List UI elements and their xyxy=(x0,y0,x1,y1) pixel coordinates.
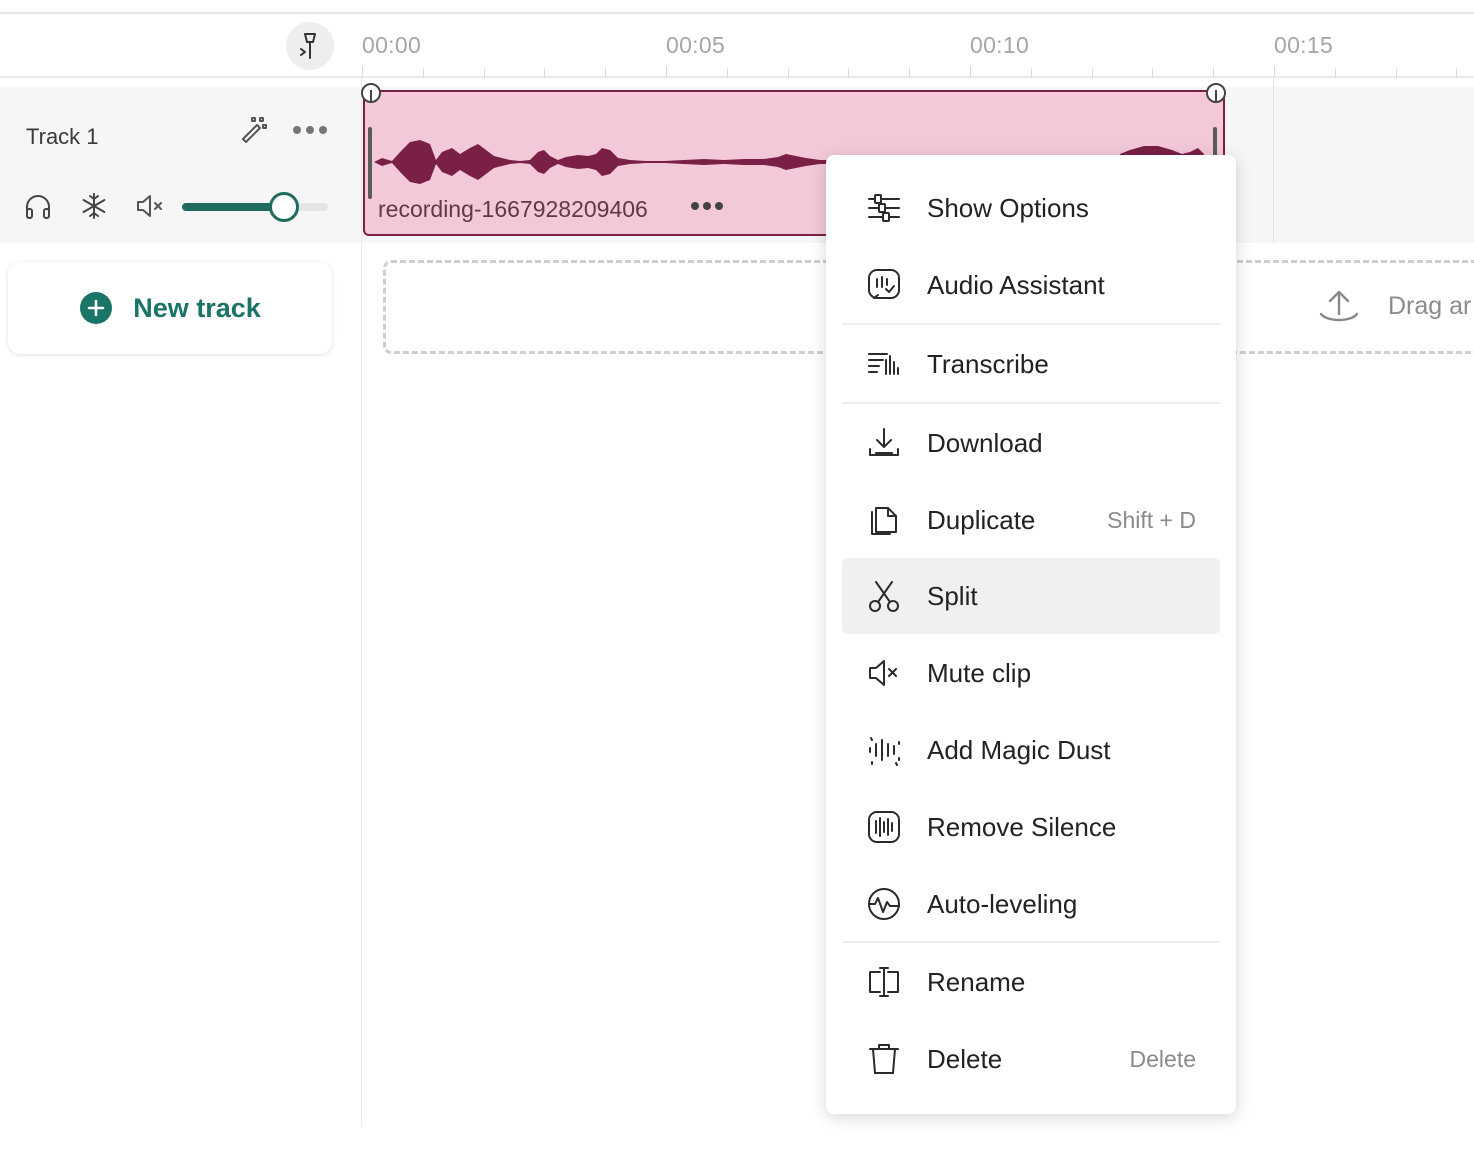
scissors-icon xyxy=(866,578,902,614)
menu-separator xyxy=(842,323,1220,325)
speaker-mute-icon xyxy=(137,195,162,217)
sliders-icon xyxy=(866,190,902,226)
menu-item-shortcut: Shift + D xyxy=(1107,506,1196,533)
duplicate-icon xyxy=(866,502,902,538)
menu-item-label: Show Options xyxy=(927,192,1089,223)
trash-icon xyxy=(866,1041,902,1077)
transcribe-icon xyxy=(866,346,902,382)
menu-item-label: Transcribe xyxy=(927,348,1049,379)
headphones-icon xyxy=(26,195,50,219)
menu-separator xyxy=(842,941,1220,943)
ruler-minor-tick xyxy=(1335,68,1336,78)
remove-silence-icon xyxy=(866,809,902,845)
clip-name[interactable]: recording-1667928209406 xyxy=(378,196,648,223)
freeze-track-button[interactable] xyxy=(76,188,112,224)
ruler-minor-tick xyxy=(788,68,789,78)
menu-item-add-magic-dust[interactable]: Add Magic Dust xyxy=(842,712,1220,788)
solo-headphones-button[interactable] xyxy=(20,188,56,224)
volume-slider-thumb[interactable] xyxy=(269,192,299,222)
more-dots-icon xyxy=(691,202,723,210)
volume-slider[interactable] xyxy=(182,203,328,211)
menu-item-label: Audio Assistant xyxy=(927,269,1105,300)
magic-wand-button[interactable] xyxy=(236,112,272,148)
track-more-button[interactable] xyxy=(290,118,330,142)
menu-item-shortcut: Delete xyxy=(1129,1045,1196,1072)
auto-leveling-icon xyxy=(866,886,902,922)
ruler-minor-tick xyxy=(605,68,606,78)
ruler-major-tick xyxy=(362,66,363,78)
menu-item-show-options[interactable]: Show Options xyxy=(842,170,1220,246)
timeline-ruler[interactable] xyxy=(0,14,1474,78)
ruler-minor-tick xyxy=(1031,68,1032,78)
menu-item-audio-assistant[interactable]: Audio Assistant xyxy=(842,247,1220,323)
more-dots-icon xyxy=(293,126,327,134)
mute-track-button[interactable] xyxy=(132,188,168,224)
ruler-major-tick xyxy=(970,66,971,78)
menu-item-label: Download xyxy=(927,427,1043,458)
download-icon xyxy=(866,425,902,461)
magic-wand-icon xyxy=(242,117,267,143)
menu-item-delete[interactable]: Delete Delete xyxy=(842,1021,1220,1097)
tick-label-0: 00:00 xyxy=(362,32,422,58)
ruler-minor-tick xyxy=(1152,68,1153,78)
ruler-minor-tick xyxy=(1456,68,1457,78)
tick-label-10: 00:10 xyxy=(970,32,1030,58)
ruler-major-tick xyxy=(1274,66,1275,78)
speaker-mute-icon xyxy=(866,655,902,691)
clip-fade-in-handle[interactable] xyxy=(368,127,372,199)
ruler-minor-tick xyxy=(1092,68,1093,78)
magic-dust-icon xyxy=(866,732,902,768)
clip-right-trim-handle-icon[interactable] xyxy=(1205,80,1227,106)
clip-waveform xyxy=(374,140,834,184)
clip-more-button[interactable] xyxy=(690,198,724,216)
ruler-minor-tick xyxy=(1396,68,1397,78)
lane-gridline xyxy=(1273,78,1274,243)
menu-item-label: Split xyxy=(927,580,978,611)
new-track-button[interactable]: New track xyxy=(8,262,332,354)
menu-item-remove-silence[interactable]: Remove Silence xyxy=(842,789,1220,865)
snap-toggle-button[interactable] xyxy=(286,22,334,70)
menu-separator xyxy=(842,402,1220,404)
upload-icon xyxy=(1319,290,1359,322)
menu-item-split[interactable]: Split xyxy=(842,558,1220,634)
rename-icon xyxy=(866,964,902,1000)
magnet-snap-icon xyxy=(300,33,316,59)
plus-circle-icon xyxy=(80,292,113,324)
clip-left-trim-handle-icon[interactable] xyxy=(360,80,382,106)
menu-item-label: Auto-leveling xyxy=(927,888,1078,919)
menu-item-download[interactable]: Download xyxy=(842,405,1220,481)
menu-item-label: Delete xyxy=(927,1043,1003,1074)
menu-item-label: Mute clip xyxy=(927,657,1032,688)
menu-item-rename[interactable]: Rename xyxy=(842,944,1220,1020)
snowflake-icon xyxy=(82,193,106,219)
ruler-minor-tick xyxy=(484,68,485,78)
ruler-minor-tick xyxy=(727,68,728,78)
menu-item-label: Add Magic Dust xyxy=(927,734,1111,765)
menu-item-label: Remove Silence xyxy=(927,811,1117,842)
ruler-minor-tick xyxy=(423,68,424,78)
ruler-baseline xyxy=(0,76,1474,78)
tick-label-15: 00:15 xyxy=(1274,32,1334,58)
track-name[interactable]: Track 1 xyxy=(26,124,99,150)
ruler-minor-tick xyxy=(1213,68,1214,78)
new-track-label: New track xyxy=(133,292,261,323)
tick-label-5: 00:05 xyxy=(666,32,726,58)
menu-item-transcribe[interactable]: Transcribe xyxy=(842,326,1220,402)
clip-context-menu[interactable]: Show Options Audio Assistant Transcribe Dow… xyxy=(826,155,1236,1114)
ruler-minor-tick xyxy=(544,68,545,78)
ruler-major-tick xyxy=(666,66,667,78)
ruler-minor-tick xyxy=(848,68,849,78)
ruler-minor-tick xyxy=(909,68,910,78)
menu-item-mute-clip[interactable]: Mute clip xyxy=(842,635,1220,711)
audio-assistant-icon xyxy=(866,267,902,303)
menu-item-label: Rename xyxy=(927,966,1026,997)
drop-zone-text: Drag ar xyxy=(1388,292,1472,320)
menu-item-duplicate[interactable]: Duplicate Shift + D xyxy=(842,482,1220,558)
menu-item-auto-leveling[interactable]: Auto-leveling xyxy=(842,866,1220,942)
menu-item-label: Duplicate xyxy=(927,504,1036,535)
